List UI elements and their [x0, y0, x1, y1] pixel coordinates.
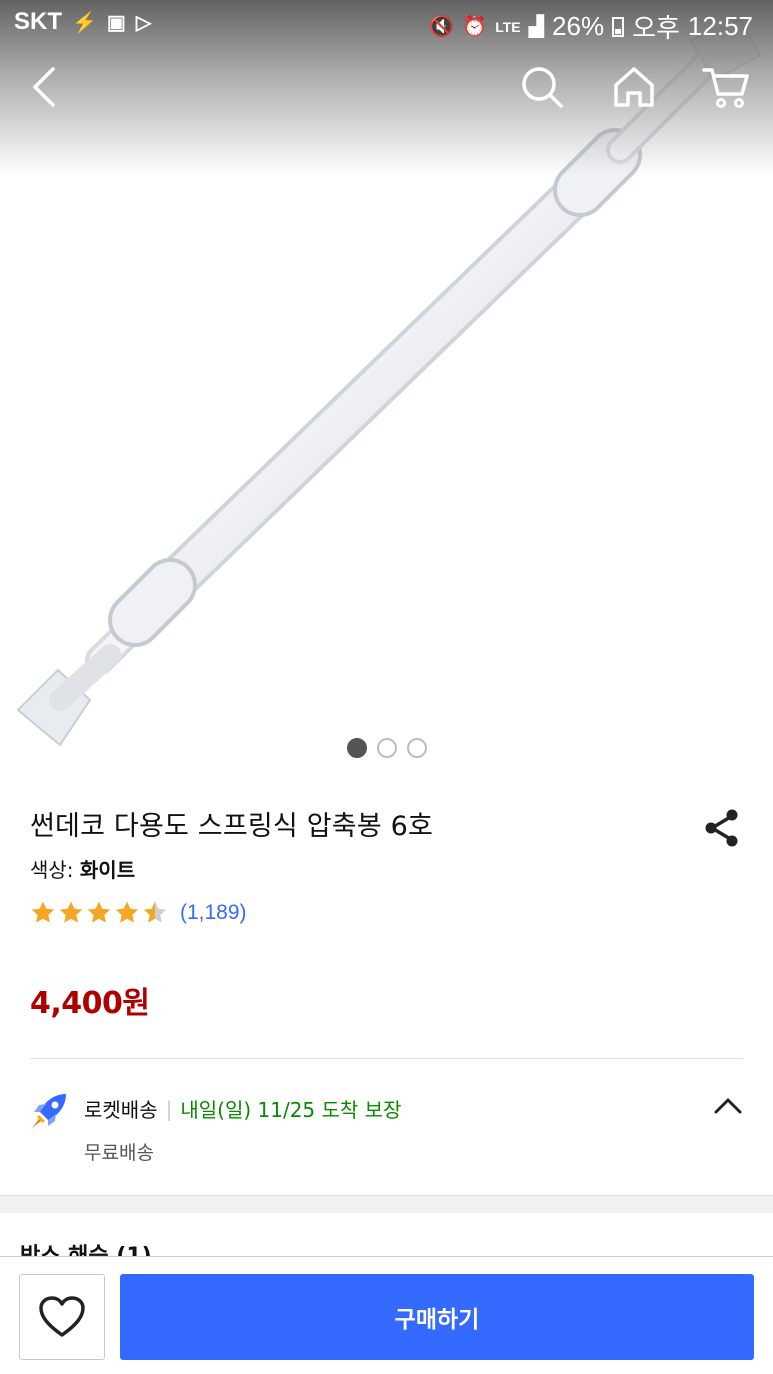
cart-button[interactable] — [696, 55, 756, 119]
mute-icon: 🔇 — [429, 16, 455, 38]
back-button[interactable] — [14, 55, 74, 119]
gallery-notification-icon: ▣ — [106, 11, 126, 34]
wishlist-button[interactable] — [19, 1274, 105, 1360]
free-shipping-label: 무료배송 — [84, 1142, 154, 1164]
home-icon — [614, 67, 654, 107]
buy-button[interactable]: 구매하기 — [120, 1274, 754, 1360]
product-option: 색상: 화이트 — [30, 854, 135, 883]
star-full-icon — [59, 901, 83, 923]
battery-icon — [612, 16, 625, 37]
section-gap — [0, 1195, 773, 1213]
carrier-label: SKT — [14, 8, 62, 35]
star-half-icon — [143, 901, 167, 923]
lte-icon: LTE — [495, 18, 521, 35]
carousel-dot-3[interactable] — [406, 738, 427, 758]
option-value: 화이트 — [79, 858, 136, 882]
chevron-up-icon — [714, 1098, 742, 1114]
star-full-icon — [31, 901, 55, 923]
delivery-info: 로켓배송 | 내일(일) 11/25 도착 보장 — [84, 1094, 401, 1123]
share-button[interactable] — [700, 806, 744, 850]
rating-row[interactable]: (1,189) — [30, 900, 247, 926]
search-icon — [522, 67, 563, 108]
battery-percent: 26% — [552, 11, 605, 41]
signal-icon: ▟ — [528, 16, 545, 38]
alarm-icon: ⏰ — [462, 16, 488, 38]
divider — [30, 1058, 743, 1059]
carrier-logo-icon: ⚡ — [72, 11, 97, 34]
clock: 12:57 — [687, 11, 753, 41]
status-bar: SKT ⚡ ▣ ▷ 🔇 ⏰ LTE ▟ 26% 오후 12:57 — [0, 0, 773, 48]
search-button[interactable] — [512, 55, 572, 119]
carousel-indicator — [0, 738, 773, 758]
rocket-delivery-label: 로켓배송 — [84, 1098, 158, 1122]
back-icon — [33, 67, 55, 107]
review-count-link[interactable]: (1,189) — [180, 901, 247, 925]
heart-icon — [39, 1296, 85, 1337]
cart-icon — [702, 68, 749, 108]
share-icon — [705, 809, 738, 847]
star-full-icon — [115, 901, 139, 923]
product-price: 4,400원 — [30, 986, 150, 1021]
top-nav — [0, 55, 773, 125]
product-title: 썬데코 다용도 스프링식 압축봉 6호 — [30, 811, 434, 842]
play-store-notification-icon: ▷ — [135, 11, 152, 34]
carousel-dot-2[interactable] — [376, 738, 397, 758]
home-button[interactable] — [604, 55, 664, 119]
arrival-guarantee: 내일(일) 11/25 도착 보장 — [180, 1098, 402, 1122]
rocket-delivery-icon — [32, 1094, 66, 1128]
collapse-delivery-button[interactable] — [712, 1092, 744, 1120]
star-full-icon — [87, 901, 111, 923]
separator: | — [165, 1096, 173, 1121]
option-label: 색상: — [30, 858, 80, 882]
ampm-label: 오후 — [632, 13, 680, 43]
carousel-dot-1[interactable] — [346, 738, 367, 758]
next-section-title: 박스 해승 (1) — [20, 1238, 152, 1256]
bottom-action-bar: 구매하기 — [0, 1256, 773, 1374]
